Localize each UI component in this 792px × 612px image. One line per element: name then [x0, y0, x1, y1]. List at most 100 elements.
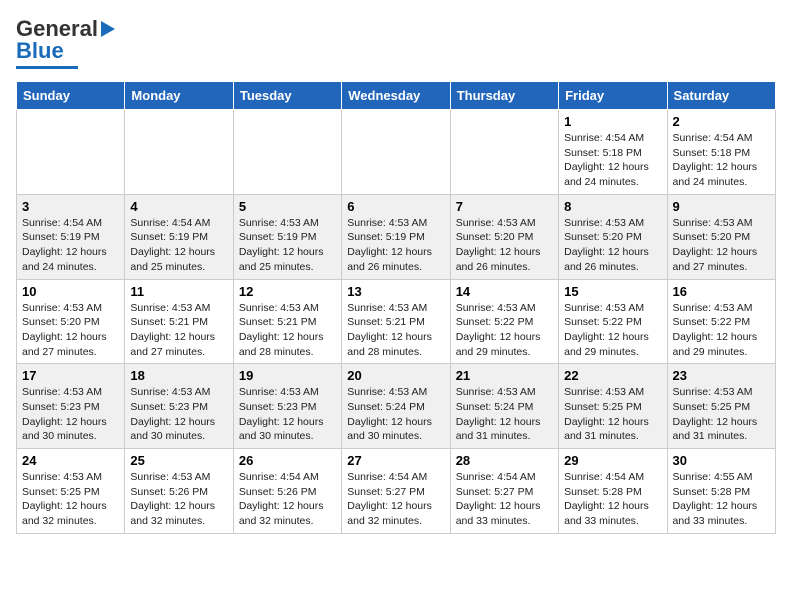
day-number: 28 — [456, 453, 553, 468]
day-info: Sunrise: 4:53 AMSunset: 5:25 PMDaylight:… — [22, 470, 119, 529]
day-number: 14 — [456, 284, 553, 299]
calendar-cell: 2 Sunrise: 4:54 AMSunset: 5:18 PMDaylight… — [667, 110, 775, 195]
day-number: 7 — [456, 199, 553, 214]
day-info: Sunrise: 4:53 AMSunset: 5:20 PMDaylight:… — [673, 216, 770, 275]
day-info: Sunrise: 4:53 AMSunset: 5:24 PMDaylight:… — [347, 385, 444, 444]
day-number: 18 — [130, 368, 227, 383]
calendar-cell: 29 Sunrise: 4:54 AMSunset: 5:28 PMDayligh… — [559, 449, 667, 534]
calendar-cell — [17, 110, 125, 195]
day-number: 29 — [564, 453, 661, 468]
day-info: Sunrise: 4:54 AMSunset: 5:26 PMDaylight:… — [239, 470, 336, 529]
day-info: Sunrise: 4:55 AMSunset: 5:28 PMDaylight:… — [673, 470, 770, 529]
day-number: 11 — [130, 284, 227, 299]
day-info: Sunrise: 4:53 AMSunset: 5:25 PMDaylight:… — [564, 385, 661, 444]
day-info: Sunrise: 4:53 AMSunset: 5:19 PMDaylight:… — [239, 216, 336, 275]
calendar-cell: 11 Sunrise: 4:53 AMSunset: 5:21 PMDayligh… — [125, 279, 233, 364]
day-number: 22 — [564, 368, 661, 383]
calendar-cell — [233, 110, 341, 195]
day-number: 21 — [456, 368, 553, 383]
header-row: SundayMondayTuesdayWednesdayThursdayFrid… — [17, 82, 776, 110]
calendar-cell: 27Sunrise: 4:54 AMSunset: 5:27 PMDayligh… — [342, 449, 450, 534]
day-info: Sunrise: 4:53 AMSunset: 5:23 PMDaylight:… — [130, 385, 227, 444]
day-info: Sunrise: 4:53 AMSunset: 5:20 PMDaylight:… — [564, 216, 661, 275]
calendar-cell: 1 Sunrise: 4:54 AMSunset: 5:18 PMDaylight… — [559, 110, 667, 195]
calendar-cell: 25Sunrise: 4:53 AMSunset: 5:26 PMDayligh… — [125, 449, 233, 534]
calendar-cell — [125, 110, 233, 195]
calendar-cell: 30Sunrise: 4:55 AMSunset: 5:28 PMDayligh… — [667, 449, 775, 534]
day-number: 26 — [239, 453, 336, 468]
day-info: Sunrise: 4:53 AMSunset: 5:20 PMDaylight:… — [456, 216, 553, 275]
day-info: Sunrise: 4:53 AMSunset: 5:21 PMDaylight:… — [347, 301, 444, 360]
weekday-header-friday: Friday — [559, 82, 667, 110]
day-info: Sunrise: 4:53 AMSunset: 5:24 PMDaylight:… — [456, 385, 553, 444]
day-number: 13 — [347, 284, 444, 299]
day-number: 1 — [564, 114, 661, 129]
day-number: 19 — [239, 368, 336, 383]
calendar-cell: 17 Sunrise: 4:53 AMSunset: 5:23 PMDayligh… — [17, 364, 125, 449]
calendar-week-5: 24 Sunrise: 4:53 AMSunset: 5:25 PMDayligh… — [17, 449, 776, 534]
calendar-cell: 19 Sunrise: 4:53 AMSunset: 5:23 PMDayligh… — [233, 364, 341, 449]
weekday-header-monday: Monday — [125, 82, 233, 110]
day-info: Sunrise: 4:53 AMSunset: 5:23 PMDaylight:… — [22, 385, 119, 444]
day-number: 10 — [22, 284, 119, 299]
calendar-cell: 28Sunrise: 4:54 AMSunset: 5:27 PMDayligh… — [450, 449, 558, 534]
weekday-header-tuesday: Tuesday — [233, 82, 341, 110]
day-number: 2 — [673, 114, 770, 129]
day-number: 8 — [564, 199, 661, 214]
day-number: 17 — [22, 368, 119, 383]
calendar-cell: 9Sunrise: 4:53 AMSunset: 5:20 PMDaylight… — [667, 194, 775, 279]
calendar-week-2: 3 Sunrise: 4:54 AMSunset: 5:19 PMDaylight… — [17, 194, 776, 279]
calendar-cell: 3 Sunrise: 4:54 AMSunset: 5:19 PMDaylight… — [17, 194, 125, 279]
day-number: 4 — [130, 199, 227, 214]
day-info: Sunrise: 4:54 AMSunset: 5:19 PMDaylight:… — [22, 216, 119, 275]
calendar-week-4: 17 Sunrise: 4:53 AMSunset: 5:23 PMDayligh… — [17, 364, 776, 449]
day-info: Sunrise: 4:54 AMSunset: 5:27 PMDaylight:… — [347, 470, 444, 529]
weekday-header-sunday: Sunday — [17, 82, 125, 110]
calendar-table: SundayMondayTuesdayWednesdayThursdayFrid… — [16, 81, 776, 534]
calendar-cell: 15 Sunrise: 4:53 AMSunset: 5:22 PMDayligh… — [559, 279, 667, 364]
day-info: Sunrise: 4:53 AMSunset: 5:21 PMDaylight:… — [239, 301, 336, 360]
day-number: 15 — [564, 284, 661, 299]
day-number: 12 — [239, 284, 336, 299]
logo-underline — [16, 66, 78, 69]
weekday-header-thursday: Thursday — [450, 82, 558, 110]
logo: General Blue — [16, 16, 116, 69]
calendar-cell: 18 Sunrise: 4:53 AMSunset: 5:23 PMDayligh… — [125, 364, 233, 449]
calendar-cell: 7 Sunrise: 4:53 AMSunset: 5:20 PMDaylight… — [450, 194, 558, 279]
day-info: Sunrise: 4:54 AMSunset: 5:18 PMDaylight:… — [673, 131, 770, 190]
day-info: Sunrise: 4:54 AMSunset: 5:28 PMDaylight:… — [564, 470, 661, 529]
calendar-cell: 13 Sunrise: 4:53 AMSunset: 5:21 PMDayligh… — [342, 279, 450, 364]
day-number: 23 — [673, 368, 770, 383]
calendar-cell: 12 Sunrise: 4:53 AMSunset: 5:21 PMDayligh… — [233, 279, 341, 364]
day-number: 16 — [673, 284, 770, 299]
calendar-cell: 14 Sunrise: 4:53 AMSunset: 5:22 PMDayligh… — [450, 279, 558, 364]
weekday-header-wednesday: Wednesday — [342, 82, 450, 110]
calendar-cell: 16 Sunrise: 4:53 AMSunset: 5:22 PMDayligh… — [667, 279, 775, 364]
day-info: Sunrise: 4:53 AMSunset: 5:19 PMDaylight:… — [347, 216, 444, 275]
day-info: Sunrise: 4:53 AMSunset: 5:22 PMDaylight:… — [456, 301, 553, 360]
day-number: 20 — [347, 368, 444, 383]
calendar-cell: 23Sunrise: 4:53 AMSunset: 5:25 PMDayligh… — [667, 364, 775, 449]
calendar-week-1: 1 Sunrise: 4:54 AMSunset: 5:18 PMDaylight… — [17, 110, 776, 195]
day-info: Sunrise: 4:53 AMSunset: 5:26 PMDaylight:… — [130, 470, 227, 529]
day-number: 5 — [239, 199, 336, 214]
day-info: Sunrise: 4:53 AMSunset: 5:22 PMDaylight:… — [673, 301, 770, 360]
day-number: 24 — [22, 453, 119, 468]
logo-text-blue: Blue — [16, 38, 64, 64]
day-info: Sunrise: 4:53 AMSunset: 5:20 PMDaylight:… — [22, 301, 119, 360]
calendar-week-3: 10 Sunrise: 4:53 AMSunset: 5:20 PMDayligh… — [17, 279, 776, 364]
calendar-cell — [450, 110, 558, 195]
weekday-header-saturday: Saturday — [667, 82, 775, 110]
calendar-cell: 26 Sunrise: 4:54 AMSunset: 5:26 PMDayligh… — [233, 449, 341, 534]
day-info: Sunrise: 4:53 AMSunset: 5:23 PMDaylight:… — [239, 385, 336, 444]
day-info: Sunrise: 4:54 AMSunset: 5:18 PMDaylight:… — [564, 131, 661, 190]
day-info: Sunrise: 4:54 AMSunset: 5:19 PMDaylight:… — [130, 216, 227, 275]
day-info: Sunrise: 4:53 AMSunset: 5:21 PMDaylight:… — [130, 301, 227, 360]
day-number: 3 — [22, 199, 119, 214]
calendar-cell: 8 Sunrise: 4:53 AMSunset: 5:20 PMDaylight… — [559, 194, 667, 279]
day-number: 6 — [347, 199, 444, 214]
day-info: Sunrise: 4:53 AMSunset: 5:22 PMDaylight:… — [564, 301, 661, 360]
logo-arrow-icon — [101, 21, 115, 37]
calendar-cell — [342, 110, 450, 195]
calendar-cell: 22 Sunrise: 4:53 AMSunset: 5:25 PMDayligh… — [559, 364, 667, 449]
